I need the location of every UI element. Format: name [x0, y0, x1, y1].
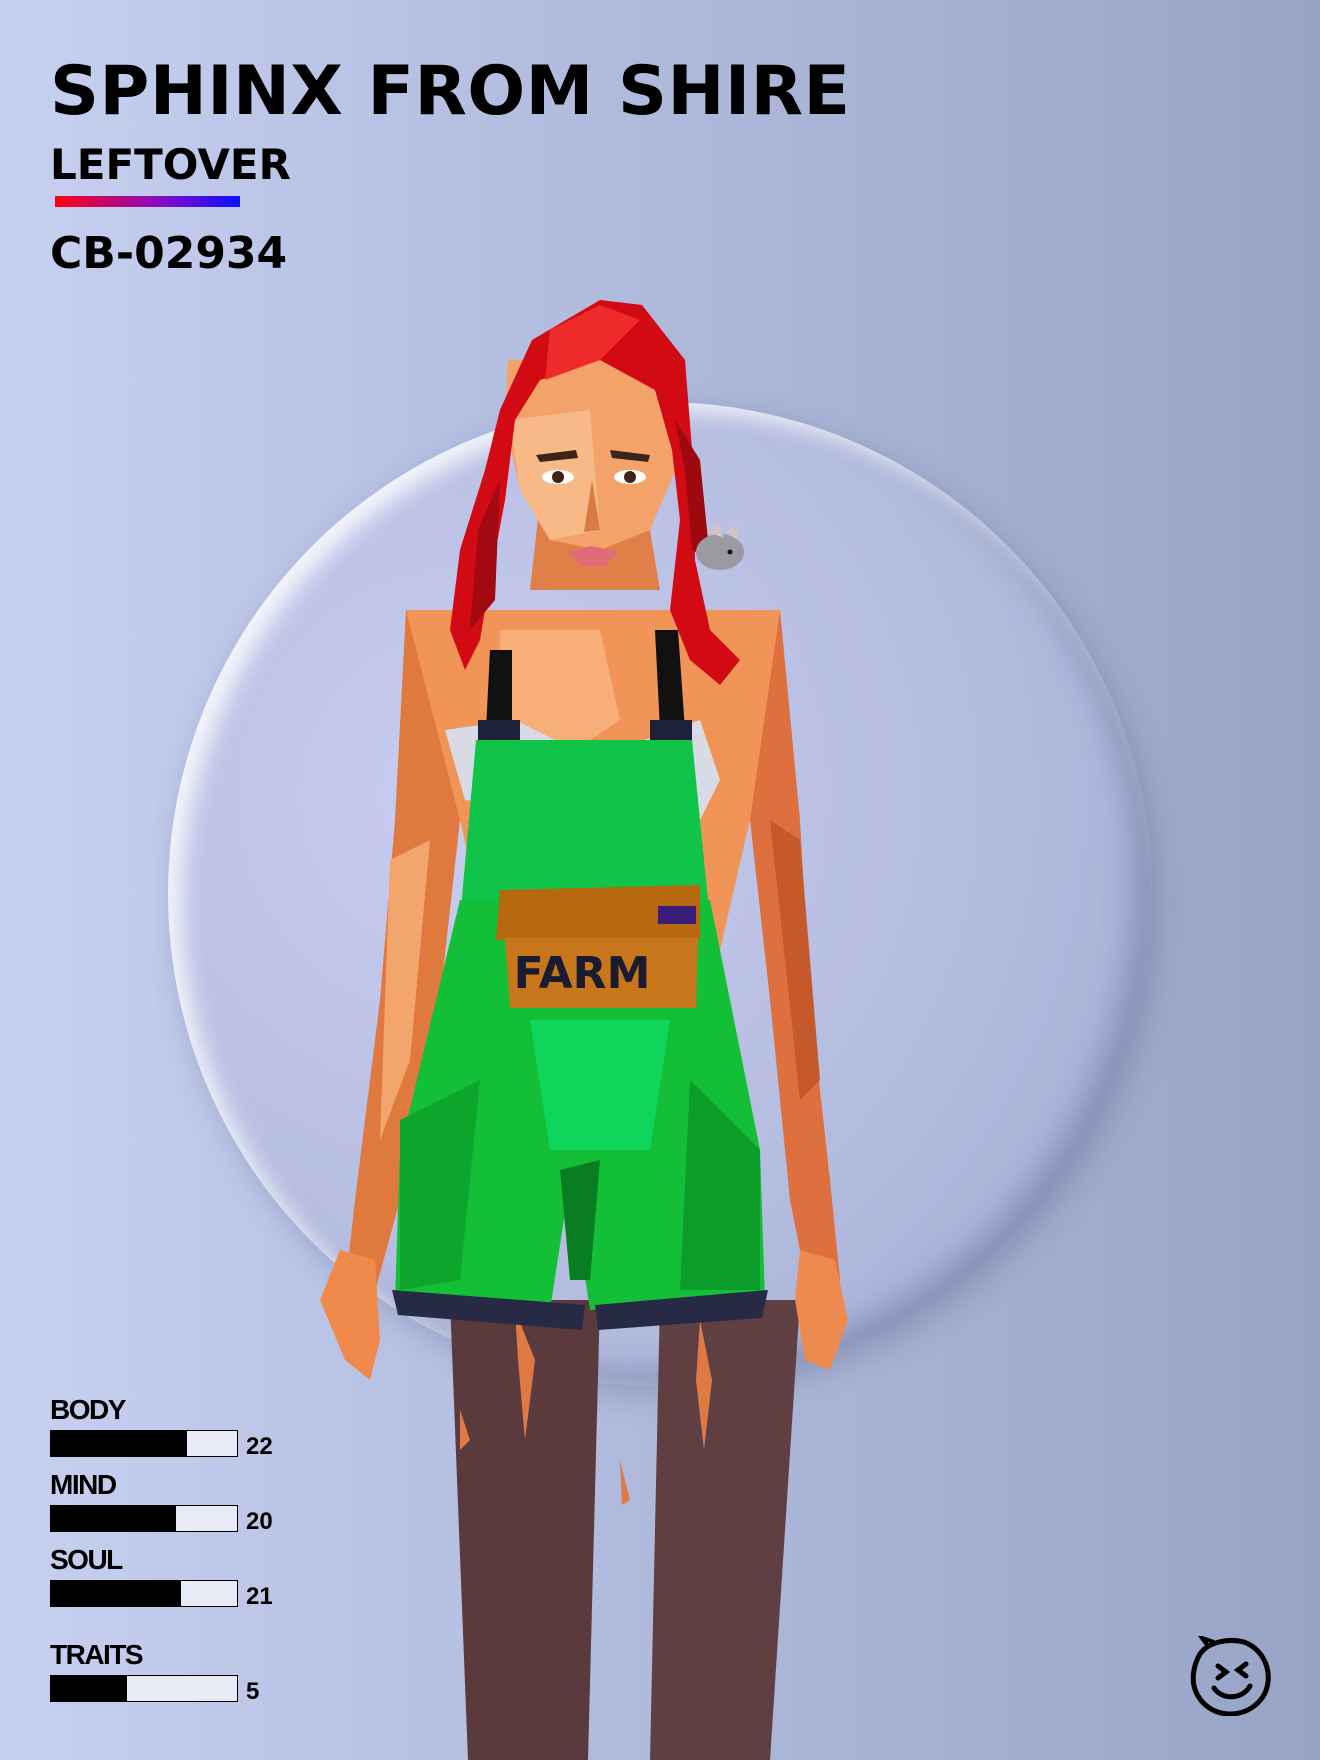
stat-value: 5	[246, 1678, 260, 1705]
character-class: LEFTOVER	[50, 140, 291, 189]
stat-label: BODY	[50, 1394, 126, 1425]
stat-traits: TRAITS 5	[50, 1641, 310, 1713]
left-hand	[320, 1250, 380, 1380]
character-card: SPHINX FROM SHIRE LEFTOVER CB-02934 FARM…	[0, 0, 1320, 1760]
left-strap	[486, 650, 512, 730]
character-name: SPHINX FROM SHIRE	[50, 52, 851, 131]
stat-bar	[50, 1580, 238, 1607]
stat-soul: SOUL 21	[50, 1546, 310, 1618]
stat-bar-fill	[51, 1676, 128, 1701]
stat-label: MIND	[50, 1469, 117, 1500]
stat-value: 20	[246, 1508, 273, 1535]
right-leg	[650, 1300, 800, 1760]
accent-bar	[55, 196, 240, 207]
stat-bar	[50, 1675, 238, 1702]
pocket-farm-text: FARM	[514, 948, 651, 999]
stat-label: TRAITS	[50, 1639, 144, 1670]
character-figure: FARM	[320, 300, 848, 1760]
stat-bar	[50, 1430, 238, 1457]
stat-bar-fill	[51, 1581, 182, 1606]
character-code: CB-02934	[50, 228, 288, 279]
stat-value: 22	[246, 1433, 273, 1460]
smiley-logo-icon	[1190, 1636, 1271, 1716]
stat-bar-fill	[51, 1506, 176, 1531]
stat-mind: MIND 20	[50, 1471, 310, 1543]
right-hand	[795, 1250, 848, 1370]
stat-value: 21	[246, 1583, 273, 1610]
stat-body: BODY 22	[50, 1396, 310, 1468]
stat-label: SOUL	[50, 1544, 123, 1575]
stat-bar	[50, 1505, 238, 1532]
mouse	[696, 534, 744, 570]
stat-bar-fill	[51, 1431, 187, 1456]
